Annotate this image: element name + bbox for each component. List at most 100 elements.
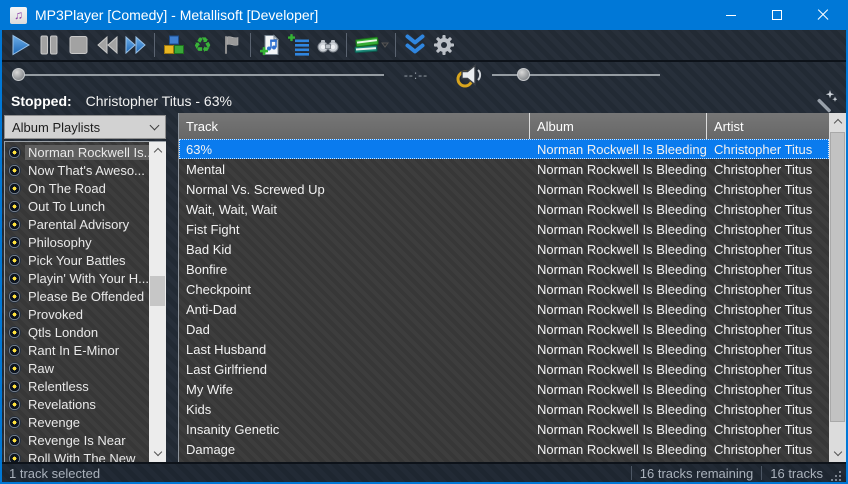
add-playlist-button[interactable]	[284, 31, 313, 59]
collapse-all-button[interactable]	[400, 31, 429, 59]
play-button[interactable]	[5, 31, 34, 59]
scroll-down-button[interactable]	[149, 445, 166, 462]
playlist-item[interactable]: Qtls London	[5, 323, 149, 341]
cell-artist: Christopher Titus	[707, 302, 829, 317]
volume-slider[interactable]	[492, 68, 660, 82]
cell-artist: Christopher Titus	[707, 262, 829, 277]
playlist-item[interactable]: Roll With The New	[5, 449, 149, 462]
playlist-item[interactable]: Philosophy	[5, 233, 149, 251]
add-track-button[interactable]	[255, 31, 284, 59]
cell-artist: Christopher Titus	[707, 162, 829, 177]
album-disc-icon	[8, 218, 21, 231]
table-row[interactable]: Kids Norman Rockwell Is Bleeding Christo…	[179, 399, 829, 419]
playlist-item[interactable]: Provoked	[5, 305, 149, 323]
seek-track[interactable]	[12, 74, 384, 76]
playlist-item[interactable]: Norman Rockwell Is...	[5, 143, 149, 161]
album-disc-icon	[8, 434, 21, 447]
column-header-artist[interactable]: Artist	[707, 113, 829, 139]
statusbar-separator	[631, 466, 632, 480]
gear-icon	[432, 33, 456, 57]
playlist-item[interactable]: Revenge	[5, 413, 149, 431]
album-disc-icon	[8, 326, 21, 339]
album-disc-icon	[8, 398, 21, 411]
toolbar-separator	[395, 33, 396, 57]
table-scrollbar[interactable]	[829, 113, 846, 462]
playlist-item[interactable]: Rant In E-Minor	[5, 341, 149, 359]
scroll-up-button[interactable]	[149, 142, 166, 159]
table-row[interactable]: Mental Norman Rockwell Is Bleeding Chris…	[179, 159, 829, 179]
maximize-icon	[772, 10, 782, 20]
media-blocks-button[interactable]	[159, 31, 188, 59]
cell-track: Fist Fight	[179, 222, 530, 237]
playlist-type-value: Album Playlists	[12, 120, 151, 135]
minimize-button[interactable]	[708, 0, 754, 30]
table-row[interactable]: Anti-Dad Norman Rockwell Is Bleeding Chr…	[179, 299, 829, 319]
settings-button[interactable]	[429, 31, 458, 59]
table-row[interactable]: Dad Norman Rockwell Is Bleeding Christop…	[179, 319, 829, 339]
table-row[interactable]: Wait, Wait, Wait Norman Rockwell Is Blee…	[179, 199, 829, 219]
magic-wand-icon[interactable]	[811, 89, 837, 113]
close-button[interactable]	[800, 0, 846, 30]
playlist-item[interactable]: Raw	[5, 359, 149, 377]
playlist-item[interactable]: Now That's Aweso...	[5, 161, 149, 179]
table-scrollbar-thumb[interactable]	[830, 132, 845, 422]
now-playing-bar: Stopped: Christopher Titus - 63%	[2, 88, 846, 113]
stop-button[interactable]	[63, 31, 92, 59]
album-disc-icon	[8, 182, 21, 195]
maximize-button[interactable]	[754, 0, 800, 30]
table-row[interactable]: Last Girlfriend Norman Rockwell Is Bleed…	[179, 359, 829, 379]
playlist-item[interactable]: Revelations	[5, 395, 149, 413]
refresh-button[interactable]: ♻	[188, 31, 217, 59]
cell-track: My Wife	[179, 382, 530, 397]
status-bar: 1 track selected 16 tracks remaining 16 …	[2, 462, 846, 482]
rewind-button[interactable]	[92, 31, 121, 59]
playlist-item[interactable]: Out To Lunch	[5, 197, 149, 215]
seek-slider[interactable]	[12, 68, 384, 82]
column-header-track[interactable]: Track	[179, 113, 530, 139]
flag-button[interactable]	[217, 31, 246, 59]
table-row[interactable]: Last Husband Norman Rockwell Is Bleeding…	[179, 339, 829, 359]
table-row[interactable]: Damage Norman Rockwell Is Bleeding Chris…	[179, 439, 829, 459]
album-disc-icon	[8, 362, 21, 375]
resize-grip[interactable]	[831, 471, 842, 482]
playlist-item[interactable]: Relentless	[5, 377, 149, 395]
track-table: Track Album Artist 63% Norman Rockwell I…	[178, 113, 846, 462]
sidebar-scrollbar[interactable]	[149, 142, 166, 462]
table-header: Track Album Artist	[179, 113, 829, 139]
volume-thumb[interactable]	[517, 68, 530, 81]
cell-artist: Christopher Titus	[707, 202, 829, 217]
table-row[interactable]: Bad Kid Norman Rockwell Is Bleeding Chri…	[179, 239, 829, 259]
search-button[interactable]	[313, 31, 342, 59]
playlist-item[interactable]: Please Be Offended	[5, 287, 149, 305]
table-row[interactable]: Normal Vs. Screwed Up Norman Rockwell Is…	[179, 179, 829, 199]
fast-forward-button[interactable]	[121, 31, 150, 59]
cell-track: Dad	[179, 322, 530, 337]
sidebar-scrollbar-thumb[interactable]	[150, 276, 165, 306]
cell-track: Anti-Dad	[179, 302, 530, 317]
pause-button[interactable]	[34, 31, 63, 59]
table-row[interactable]: Checkpoint Norman Rockwell Is Bleeding C…	[179, 279, 829, 299]
main-area: Album Playlists Norman Rockwell Is... No	[2, 113, 846, 462]
library-button[interactable]	[351, 31, 391, 59]
table-row[interactable]: Insanity Genetic Norman Rockwell Is Blee…	[179, 419, 829, 439]
playlist-item[interactable]: On The Road	[5, 179, 149, 197]
seek-thumb[interactable]	[12, 68, 25, 81]
scroll-up-button[interactable]	[829, 113, 846, 130]
playlist-item[interactable]: Playin' With Your H...	[5, 269, 149, 287]
table-row[interactable]: Bonfire Norman Rockwell Is Bleeding Chri…	[179, 259, 829, 279]
table-row[interactable]: Fist Fight Norman Rockwell Is Bleeding C…	[179, 219, 829, 239]
playlist-item[interactable]: Parental Advisory	[5, 215, 149, 233]
time-display: --:--	[390, 68, 442, 82]
playlist-type-select[interactable]: Album Playlists	[4, 115, 166, 139]
scroll-down-button[interactable]	[829, 445, 846, 462]
table-row[interactable]: 63% Norman Rockwell Is Bleeding Christop…	[179, 139, 829, 159]
playlist-item[interactable]: Pick Your Battles	[5, 251, 149, 269]
chevron-up-icon	[833, 119, 841, 127]
playlist-item[interactable]: Revenge Is Near	[5, 431, 149, 449]
speaker-icon[interactable]	[456, 62, 486, 88]
column-header-album[interactable]: Album	[530, 113, 707, 139]
table-row[interactable]: My Wife Norman Rockwell Is Bleeding Chri…	[179, 379, 829, 399]
media-blocks-icon	[162, 33, 186, 57]
cell-track: Bad Kid	[179, 242, 530, 257]
album-disc-icon	[8, 452, 21, 463]
